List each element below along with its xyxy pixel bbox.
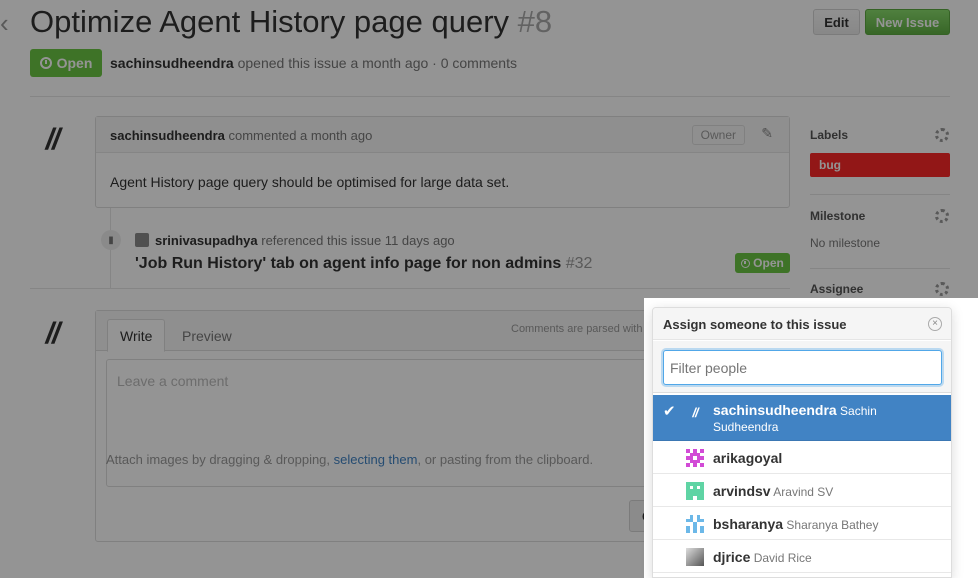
- person-label: arvindsv Aravind SV: [713, 483, 833, 499]
- person-name: Aravind SV: [773, 485, 834, 499]
- person-login: djrice: [713, 549, 751, 565]
- check-icon: ✔: [663, 403, 676, 420]
- avatar: [686, 449, 704, 467]
- list-item[interactable]: arvindsv Aravind SV: [653, 474, 951, 507]
- person-label: djrice David Rice: [713, 549, 812, 565]
- avatar: [686, 515, 704, 533]
- avatar: [686, 482, 704, 500]
- assignee-popup-container: Assign someone to this issue × ✔ // sach…: [644, 298, 978, 578]
- person-login: sachinsudheendra: [713, 402, 837, 418]
- filter-bar: [653, 341, 951, 393]
- popup-title: Assign someone to this issue: [663, 317, 847, 332]
- person-label: bsharanya Sharanya Bathey: [713, 516, 878, 532]
- person-name: David Rice: [753, 551, 812, 565]
- person-login: arvindsv: [713, 483, 771, 499]
- list-item[interactable]: djrice David Rice: [653, 540, 951, 573]
- person-label: arikagoyal: [713, 450, 782, 466]
- avatar: //: [692, 404, 698, 420]
- avatar: [686, 548, 704, 566]
- close-icon[interactable]: ×: [928, 317, 942, 331]
- filter-people-input[interactable]: [663, 350, 942, 385]
- people-list: ✔ // sachinsudheendra Sachin Sudheendra …: [653, 395, 951, 573]
- assignee-popup: Assign someone to this issue × ✔ // sach…: [652, 307, 952, 578]
- list-item[interactable]: bsharanya Sharanya Bathey: [653, 507, 951, 540]
- person-login: bsharanya: [713, 516, 784, 532]
- person-label: sachinsudheendra Sachin Sudheendra: [713, 402, 943, 435]
- person-login: arikagoyal: [713, 450, 783, 466]
- person-name: Sharanya Bathey: [786, 518, 879, 532]
- list-item[interactable]: arikagoyal: [653, 441, 951, 474]
- list-item[interactable]: ✔ // sachinsudheendra Sachin Sudheendra: [653, 395, 951, 441]
- popup-header: Assign someone to this issue ×: [653, 308, 951, 340]
